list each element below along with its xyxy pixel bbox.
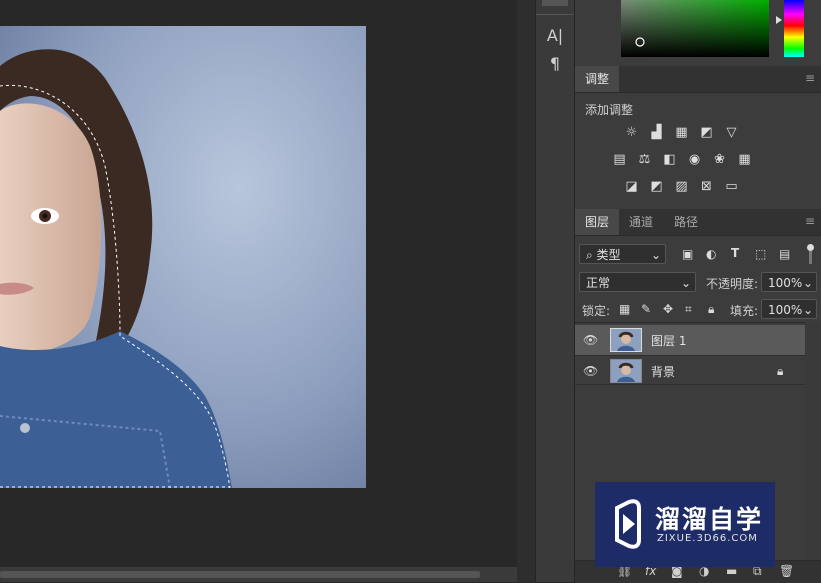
- watermark-url: ZIXUE.3D66.COM: [657, 533, 758, 544]
- filter-toggle[interactable]: [804, 244, 816, 264]
- color-field[interactable]: [575, 0, 821, 64]
- layer-thumbnail: [610, 328, 642, 352]
- paragraph-panel-icon[interactable]: ¶: [536, 54, 574, 73]
- gradient-map-icon[interactable]: ▭: [723, 178, 740, 195]
- selective-color-icon[interactable]: ⊠: [698, 178, 715, 195]
- lock-brush-icon[interactable]: ✎: [641, 302, 651, 316]
- filter-pixel-icon[interactable]: ▣: [682, 247, 693, 261]
- opacity-label: 不透明度:: [706, 277, 759, 291]
- adjustment-row-1: ☼ ▟ ▦ ◩ ▽: [623, 124, 740, 141]
- horizontal-scrollbar[interactable]: [0, 567, 517, 582]
- filter-smart-object-icon[interactable]: ▤: [779, 247, 790, 261]
- blend-mode-value: 正常: [586, 276, 611, 290]
- color-lookup-icon[interactable]: ▦: [736, 151, 753, 168]
- layer-name[interactable]: 图层 1: [651, 332, 686, 349]
- tab-layers[interactable]: 图层: [575, 209, 620, 235]
- opacity-input[interactable]: 100% ⌄: [761, 272, 817, 292]
- vibrance-icon[interactable]: ▽: [723, 124, 740, 141]
- photo-filter-icon[interactable]: ◉: [686, 151, 703, 168]
- tab-adjustments[interactable]: 调整: [575, 66, 620, 92]
- search-icon: ⌕: [586, 248, 597, 262]
- exposure-icon[interactable]: ◩: [698, 124, 715, 141]
- adjustments-tabbar: 调整 ≡: [575, 66, 821, 93]
- panel-menu-icon[interactable]: ≡: [805, 72, 815, 84]
- layer-lock-icon[interactable]: 🔒︎: [777, 364, 783, 379]
- hue-saturation-icon[interactable]: ▤: [611, 151, 628, 168]
- fill-input[interactable]: 100% ⌄: [761, 299, 817, 319]
- layer-filter-select[interactable]: ⌕ 类型 ⌄: [579, 244, 666, 264]
- watermark-logo: 溜溜自学 ZIXUE.3D66.COM: [595, 482, 775, 567]
- panel-grip[interactable]: [542, 0, 568, 6]
- layer-row-layer-1[interactable]: 👁︎ 图层 1: [575, 325, 805, 355]
- adjustment-row-3: ◪ ◩ ▨ ⊠ ▭: [623, 178, 740, 195]
- curves-icon[interactable]: ▦: [673, 124, 690, 141]
- layer-thumbnail: [610, 359, 642, 383]
- posterize-icon[interactable]: ◩: [648, 178, 665, 195]
- panel-divider: [517, 0, 535, 582]
- brightness-icon[interactable]: ☼: [623, 124, 640, 141]
- photo-portrait: [0, 26, 366, 488]
- filter-type-icon[interactable]: T: [731, 246, 739, 260]
- tab-channels[interactable]: 通道: [619, 209, 663, 235]
- visibility-eye-icon[interactable]: 👁︎: [583, 333, 599, 347]
- filter-shape-icon[interactable]: ⬚: [755, 247, 766, 261]
- chevron-down-icon: ⌄: [650, 248, 661, 262]
- thumbnail-image: [611, 329, 641, 351]
- adjustment-row-2: ▤ ⚖ ◧ ◉ ❀ ▦: [611, 151, 753, 168]
- visibility-eye-icon[interactable]: 👁︎: [583, 364, 599, 378]
- chevron-down-icon: ⌄: [802, 303, 813, 317]
- layer-list-scrollbar[interactable]: [805, 322, 821, 560]
- filter-adjustment-icon[interactable]: ◐: [706, 247, 716, 261]
- opacity-value: 100%: [768, 276, 803, 290]
- thumbnail-image: [611, 360, 641, 382]
- delete-layer-icon[interactable]: 🗑︎: [779, 564, 794, 578]
- color-balance-icon[interactable]: ⚖: [636, 151, 653, 168]
- threshold-icon[interactable]: ▨: [673, 178, 690, 195]
- character-panel-icon[interactable]: A|: [536, 26, 574, 45]
- layer-row-background[interactable]: 👁︎ 背景 🔒︎: [575, 355, 805, 385]
- panel-menu-icon[interactable]: ≡: [805, 215, 815, 227]
- canvas-image[interactable]: [0, 26, 366, 488]
- chevron-down-icon: ⌄: [680, 276, 691, 290]
- collapsed-tool-panel: A| ¶: [535, 0, 575, 582]
- fill-label: 填充:: [730, 304, 759, 318]
- add-adjustment-label: 添加调整: [585, 103, 634, 117]
- layers-tabbar: 图层 通道 路径 ≡: [575, 209, 821, 236]
- divider: [536, 14, 574, 15]
- lock-label: 锁定:: [582, 304, 611, 318]
- lock-position-icon[interactable]: ✥: [663, 302, 673, 316]
- chevron-down-icon: ⌄: [802, 276, 813, 290]
- black-white-icon[interactable]: ◧: [661, 151, 678, 168]
- levels-icon[interactable]: ▟: [648, 124, 665, 141]
- lock-all-icon[interactable]: 🔒︎: [708, 302, 714, 317]
- lock-transparent-icon[interactable]: ▦: [619, 302, 630, 316]
- channel-mixer-icon[interactable]: ❀: [711, 151, 728, 168]
- fill-value: 100%: [768, 303, 803, 317]
- invert-icon[interactable]: ◪: [623, 178, 640, 195]
- scrollbar-thumb[interactable]: [0, 571, 480, 578]
- tab-paths[interactable]: 路径: [664, 209, 708, 235]
- color-panel: [575, 0, 821, 64]
- watermark-title: 溜溜自学: [655, 505, 764, 534]
- filter-kind-value: 类型: [596, 248, 621, 262]
- lock-artboard-icon[interactable]: ⌗: [685, 302, 692, 317]
- layer-name[interactable]: 背景: [651, 363, 675, 380]
- blend-mode-select[interactable]: 正常 ⌄: [579, 272, 696, 292]
